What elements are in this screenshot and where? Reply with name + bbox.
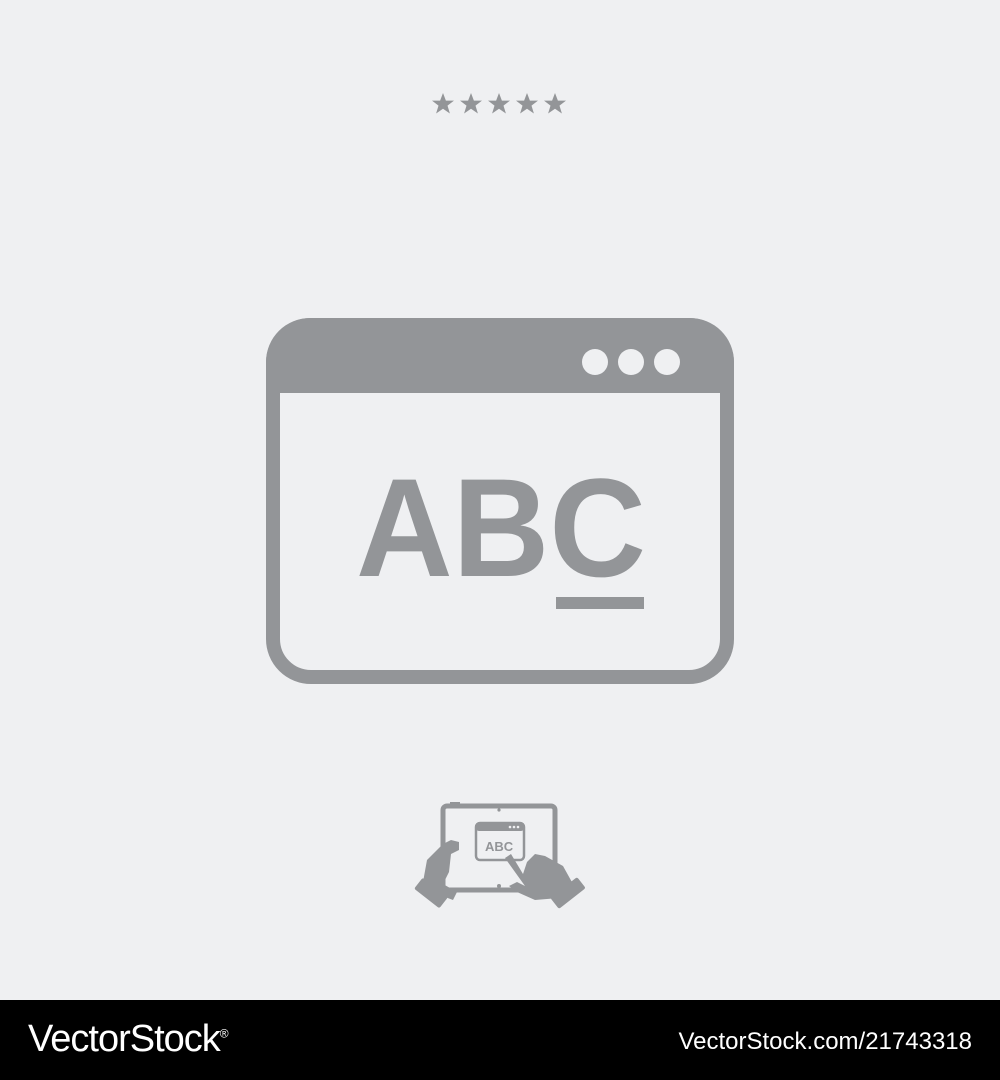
rating-stars xyxy=(0,91,1000,122)
image-id: VectorStock.com/21743318 xyxy=(678,1028,972,1055)
star-icon xyxy=(544,93,566,114)
star-icon xyxy=(516,93,538,114)
icon-canvas: ABC ABC xyxy=(0,0,1000,1000)
window-dot-icon xyxy=(618,349,644,375)
window-dot-icon xyxy=(654,349,680,375)
star-icon xyxy=(488,93,510,114)
text-cursor-underline xyxy=(556,597,644,609)
tablet-touch-icon: ABC xyxy=(414,802,585,909)
brand-name: VectorStock xyxy=(28,1018,221,1060)
window-text: ABC xyxy=(356,449,646,606)
mini-window-text: ABC xyxy=(485,839,514,854)
star-icon xyxy=(460,93,482,114)
tablet-button xyxy=(450,802,460,805)
brand-mark: ® xyxy=(219,1026,229,1041)
rating-stars-graphic xyxy=(432,93,566,114)
brand-logo: VectorStock® xyxy=(28,1018,229,1061)
watermark-footer: VectorStock® VectorStock.com/21743318 xyxy=(0,1000,1000,1080)
tablet-home-button xyxy=(497,884,501,888)
browser-window-text-icon: ABC xyxy=(266,318,734,684)
window-dot-icon xyxy=(582,349,608,375)
star-icon xyxy=(432,93,454,114)
tablet-camera xyxy=(497,808,501,812)
